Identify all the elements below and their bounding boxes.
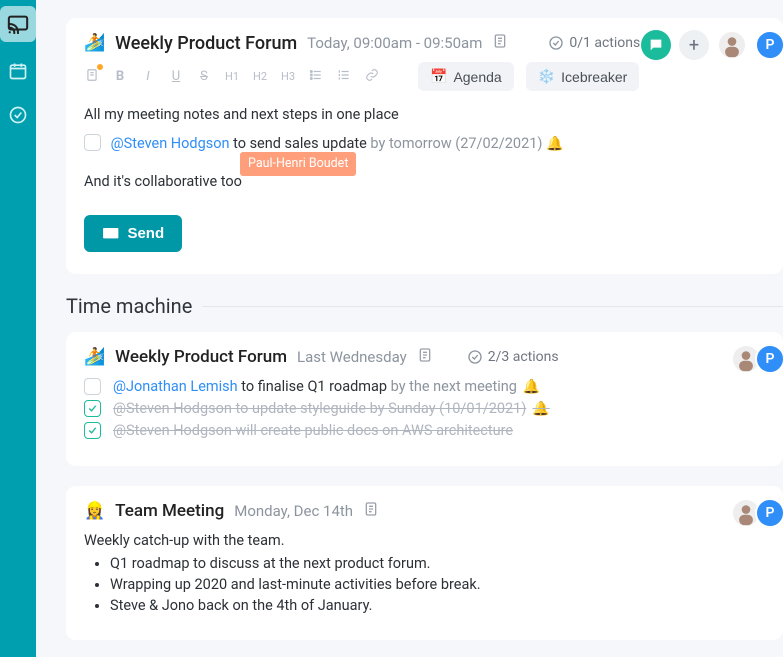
bell-icon[interactable]: 🔔	[532, 401, 549, 417]
task-checkbox[interactable]	[84, 400, 101, 417]
calendar-icon: 📅	[430, 68, 447, 85]
task-text: to send sales update	[230, 135, 371, 152]
past1-task-list: @Jonathan Lemish to finalise Q1 roadmap …	[84, 378, 765, 439]
task-checkbox[interactable]	[84, 378, 101, 395]
link-button[interactable]	[364, 68, 380, 86]
task-due: by Sunday (10/01/2021)	[370, 400, 527, 417]
task-row: @Steven Hodgson to update styleguide by …	[84, 400, 765, 417]
past2-date: Monday, Dec 14th	[234, 502, 353, 520]
past-meeting-card-1: 🏄 Weekly Product Forum Last Wednesday 2/…	[66, 332, 783, 466]
meeting-top-right: + P	[641, 30, 783, 60]
check-circle-icon[interactable]	[3, 100, 33, 130]
send-button[interactable]: ✉️ Send	[84, 215, 182, 252]
avatar-user2[interactable]: P	[755, 498, 783, 528]
past2-header: 👷‍♀️ Team Meeting Monday, Dec 14th	[84, 500, 765, 522]
bulleted-list-button[interactable]	[308, 68, 324, 86]
meeting-time: Today, 09:00am - 09:50am	[307, 34, 482, 52]
past2-desc: Weekly catch-up with the team.	[84, 532, 765, 549]
past2-title[interactable]: Team Meeting	[115, 501, 224, 521]
underline-button[interactable]: U	[168, 69, 184, 84]
task-due: by the next meeting	[391, 378, 517, 395]
past1-date: Last Wednesday	[297, 348, 407, 366]
chat-button[interactable]	[641, 30, 671, 60]
list-item: Q1 roadmap to discuss at the next produc…	[110, 555, 765, 572]
past1-title[interactable]: Weekly Product Forum	[115, 347, 287, 367]
meeting-title[interactable]: Weekly Product Forum	[115, 33, 297, 54]
h2-button[interactable]: H2	[252, 70, 268, 83]
task-checkbox[interactable]	[84, 134, 101, 151]
avatar-user1[interactable]	[717, 30, 747, 60]
bold-button[interactable]: B	[112, 69, 128, 84]
past2-bullets: Q1 roadmap to discuss at the next produc…	[84, 555, 765, 614]
icebreaker-icon: ❄️	[538, 68, 555, 85]
task-mention[interactable]: @Steven Hodgson	[111, 135, 230, 152]
meeting-emoji: 🏄	[84, 347, 105, 367]
avatar-user2[interactable]: P	[755, 344, 783, 374]
past1-avatars: P	[737, 344, 783, 374]
icebreaker-button[interactable]: ❄️ Icebreaker	[526, 62, 640, 91]
h3-button[interactable]: H3	[280, 70, 296, 83]
meeting-emoji: 👷‍♀️	[84, 501, 105, 521]
notes-icon[interactable]	[84, 67, 100, 87]
bell-icon[interactable]: 🔔	[523, 379, 540, 395]
meeting-emoji: 🏄	[84, 33, 105, 53]
add-button[interactable]: +	[679, 30, 709, 60]
italic-button[interactable]: I	[140, 69, 156, 84]
past1-actions[interactable]: 2/3 actions	[467, 349, 559, 365]
collab-text: And it's collaborative too	[84, 173, 242, 190]
note-icon[interactable]	[363, 500, 379, 522]
task-mention[interactable]: @Steven Hodgson	[113, 400, 232, 417]
calendar-icon[interactable]	[3, 56, 33, 86]
time-machine-heading: Time machine	[66, 294, 783, 318]
task-due: by tomorrow (27/02/2021)	[370, 135, 546, 152]
task-row: @Steven Hodgson to send sales update by …	[84, 132, 765, 157]
note-icon[interactable]	[492, 32, 508, 54]
list-item: Wrapping up 2020 and last-minute activit…	[110, 576, 765, 593]
strike-button[interactable]: S	[196, 69, 212, 84]
formatting-toolbar: B I U S H1 H2 H3 📅 Agenda ❄️ Icebr	[84, 62, 765, 91]
avatar-user2[interactable]: P	[755, 30, 783, 60]
collab-row: Paul-Henri Boudet And it's collaborative…	[84, 170, 765, 195]
main-content: 🏄 Weekly Product Forum Today, 09:00am - …	[36, 0, 783, 657]
task-row: @Jonathan Lemish to finalise Q1 roadmap …	[84, 378, 765, 395]
agenda-button[interactable]: 📅 Agenda	[418, 62, 514, 91]
bell-icon[interactable]: 🔔	[546, 136, 563, 152]
task-row: @Steven Hodgson will create public docs …	[84, 422, 765, 439]
sidebar	[0, 0, 36, 657]
past2-avatars: P	[737, 498, 783, 528]
notes-intro: All my meeting notes and next steps in o…	[84, 103, 765, 128]
current-meeting-card: 🏄 Weekly Product Forum Today, 09:00am - …	[66, 18, 783, 274]
note-icon[interactable]	[417, 346, 433, 368]
h1-button[interactable]: H1	[224, 70, 240, 83]
presence-tag: Paul-Henri Boudet	[240, 152, 356, 175]
task-mention[interactable]: @Jonathan Lemish	[113, 378, 238, 395]
envelope-icon: ✉️	[102, 225, 119, 242]
task-mention[interactable]: @Steven Hodgson	[113, 422, 232, 439]
task-checkbox[interactable]	[84, 422, 101, 439]
numbered-list-button[interactable]	[336, 68, 352, 86]
past-meeting-card-2: 👷‍♀️ Team Meeting Monday, Dec 14th P Wee…	[66, 486, 783, 640]
list-item: Steve & Jono back on the 4th of January.	[110, 597, 765, 614]
actions-count[interactable]: 0/1 actions	[548, 35, 640, 51]
past1-header: 🏄 Weekly Product Forum Last Wednesday 2/…	[84, 346, 765, 368]
cast-button[interactable]	[0, 6, 36, 42]
notes-body[interactable]: All my meeting notes and next steps in o…	[84, 103, 765, 195]
